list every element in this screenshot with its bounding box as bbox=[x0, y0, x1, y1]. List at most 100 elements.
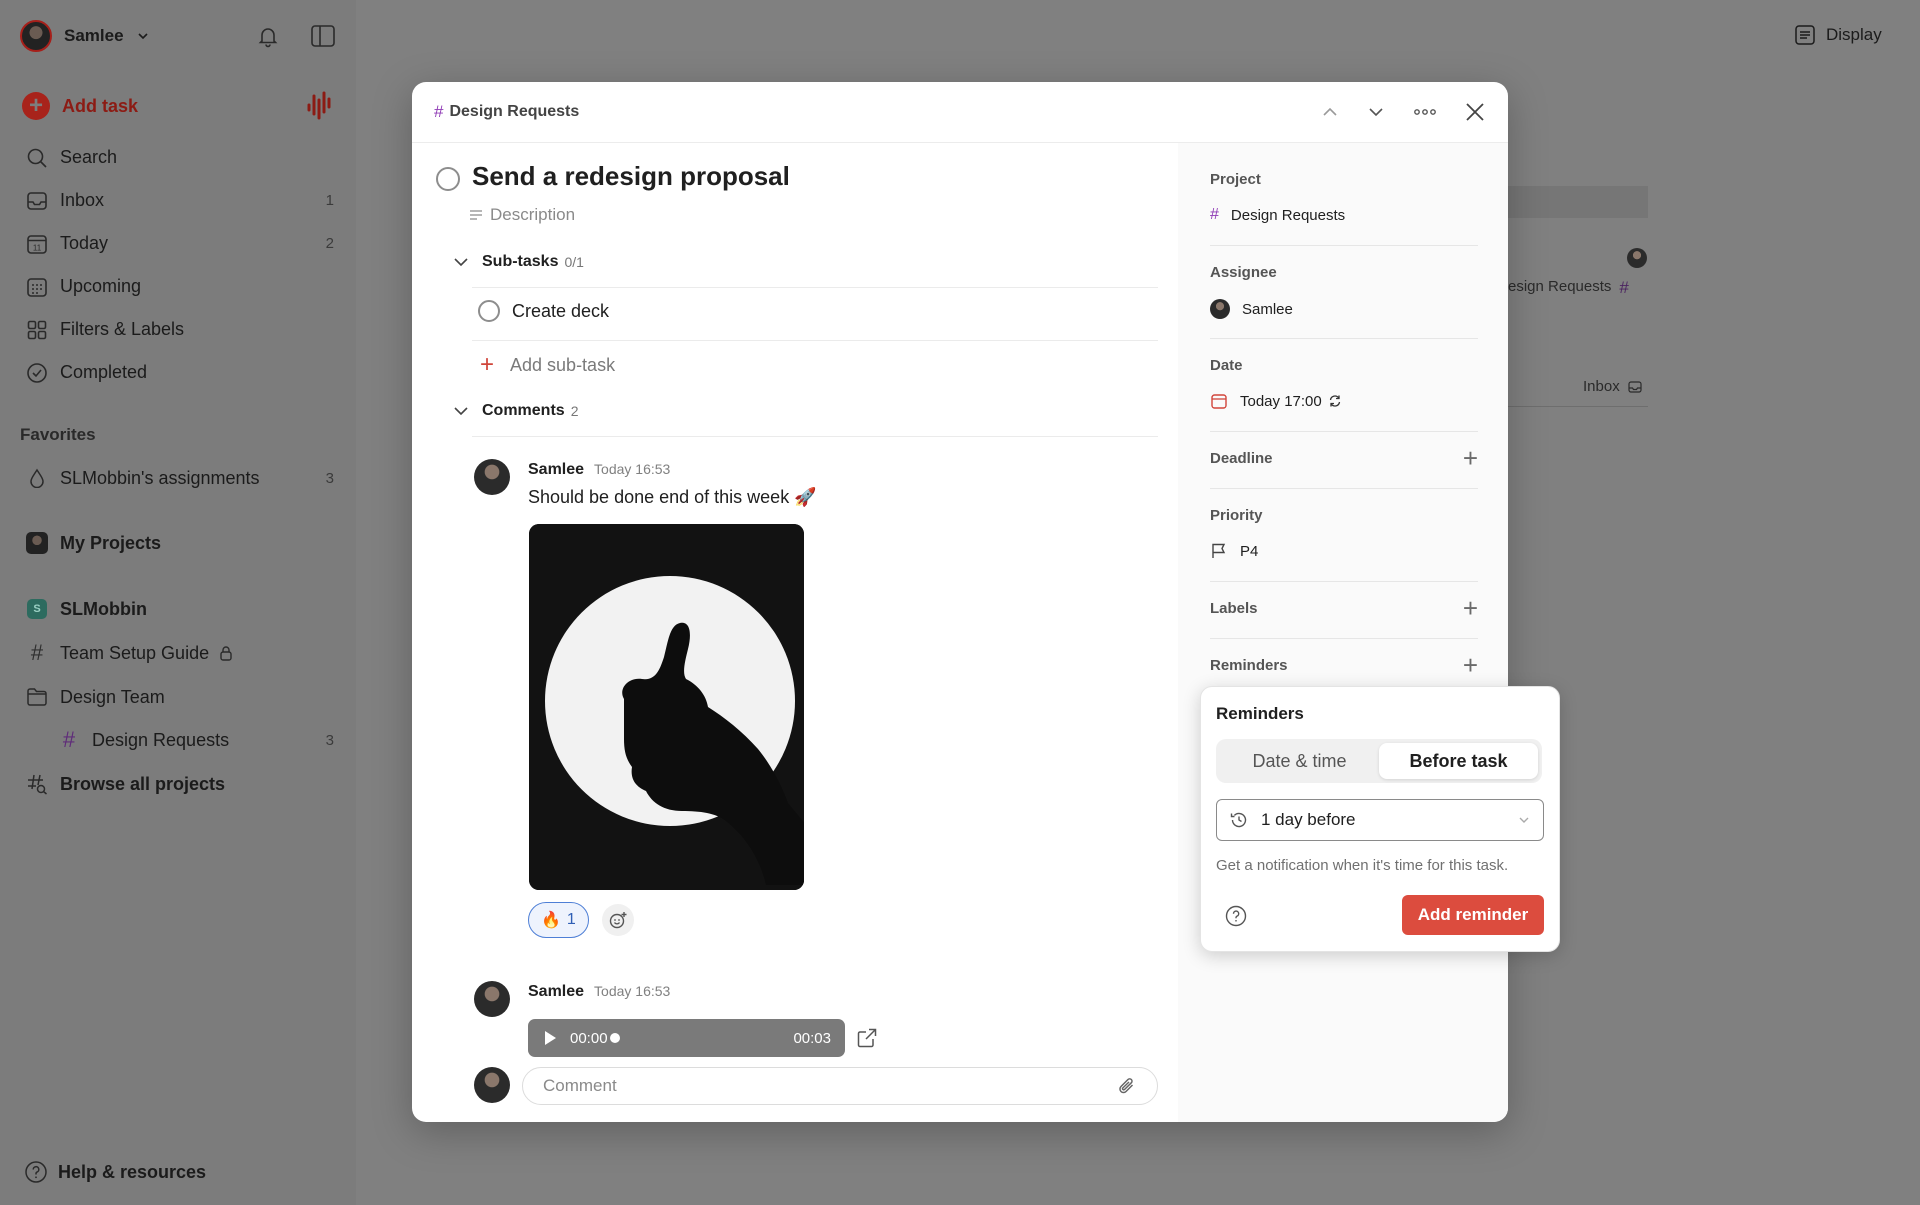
reminder-type-tabs: Date & time Before task bbox=[1216, 739, 1542, 783]
nav-today[interactable]: 11 Today 2 bbox=[24, 222, 334, 265]
divider bbox=[472, 287, 1158, 288]
audio-progress[interactable]: 00:00 bbox=[570, 1030, 620, 1047]
subtask-checkbox[interactable] bbox=[478, 300, 500, 322]
chevron-down-icon bbox=[136, 29, 150, 43]
deadline-field[interactable]: Deadline bbox=[1210, 450, 1478, 467]
my-projects-label: My Projects bbox=[60, 532, 162, 553]
avatar bbox=[20, 20, 52, 52]
add-task-button[interactable]: + Add task bbox=[22, 92, 138, 120]
favorite-item[interactable]: SLMobbin's assignments 3 bbox=[24, 465, 334, 491]
nav-label: Filters & Labels bbox=[60, 319, 185, 339]
date-label: Date bbox=[1210, 357, 1243, 374]
lock-icon bbox=[219, 645, 233, 661]
task-main-column: Send a redesign proposal Description Sub… bbox=[412, 143, 1178, 1122]
chevron-down-icon[interactable] bbox=[1366, 102, 1386, 122]
subtasks-toggle[interactable]: Sub-tasks 0/1 bbox=[452, 253, 584, 271]
nav-inbox[interactable]: Inbox 1 bbox=[24, 179, 334, 222]
project-design-requests[interactable]: # Design Requests 3 bbox=[56, 727, 334, 753]
priority-label: Priority bbox=[1210, 507, 1263, 524]
tab-before-task[interactable]: Before task bbox=[1379, 743, 1538, 779]
reaction-chip[interactable]: 🔥 1 bbox=[528, 902, 589, 938]
reminders-field[interactable]: Reminders bbox=[1210, 657, 1478, 674]
date-field[interactable]: Date Today 17:00 bbox=[1210, 357, 1478, 410]
tab-date-time[interactable]: Date & time bbox=[1220, 743, 1379, 779]
add-reminder-button[interactable]: Add reminder bbox=[1402, 895, 1544, 935]
more-options-icon[interactable] bbox=[1412, 102, 1438, 122]
assignee-field[interactable]: Assignee Samlee bbox=[1210, 264, 1478, 319]
favorites-title: Favorites bbox=[20, 425, 96, 444]
audio-player[interactable]: 00:00 00:03 bbox=[528, 1019, 845, 1057]
reminder-offset-select[interactable]: 1 day before bbox=[1216, 799, 1544, 841]
help-resources-button[interactable]: Help & resources bbox=[24, 1160, 206, 1184]
assignee-label: Assignee bbox=[1210, 264, 1277, 281]
project-field[interactable]: Project # Design Requests bbox=[1210, 171, 1478, 224]
bell-icon[interactable] bbox=[256, 24, 280, 48]
ramble-waveform-icon[interactable] bbox=[306, 90, 334, 120]
add-deadline-plus-icon[interactable]: + bbox=[1463, 445, 1478, 471]
comments-toggle[interactable]: Comments 2 bbox=[452, 402, 578, 420]
project-label: Project bbox=[1210, 171, 1261, 188]
my-projects[interactable]: My Projects bbox=[24, 530, 161, 556]
description-placeholder: Description bbox=[490, 205, 576, 224]
project-design-team[interactable]: Design Team bbox=[24, 684, 165, 710]
avatar bbox=[474, 981, 510, 1017]
comment-input[interactable]: Comment bbox=[522, 1067, 1158, 1105]
display-button[interactable]: Display bbox=[1794, 24, 1882, 46]
hash-icon: # bbox=[434, 102, 444, 121]
search-icon bbox=[24, 145, 50, 171]
priority-field[interactable]: Priority P4 bbox=[1210, 507, 1478, 560]
task-title[interactable]: Send a redesign proposal bbox=[472, 161, 790, 192]
reaction-emoji: 🔥 bbox=[541, 912, 561, 929]
add-label-plus-icon[interactable]: + bbox=[1463, 595, 1478, 621]
project-team-setup-guide[interactable]: # Team Setup Guide bbox=[24, 640, 233, 666]
audio-total-time: 00:03 bbox=[793, 1029, 831, 1047]
nav-label: Completed bbox=[60, 362, 148, 382]
add-subtask-label: Add sub-task bbox=[510, 354, 616, 375]
comment-image-thumbs-up[interactable] bbox=[529, 524, 804, 890]
chevron-up-icon[interactable] bbox=[1320, 102, 1340, 122]
description-field[interactable]: Description bbox=[468, 205, 575, 225]
subtask-item[interactable]: Create deck bbox=[478, 300, 609, 322]
browse-projects-icon bbox=[24, 771, 50, 797]
help-circle-icon[interactable] bbox=[1225, 905, 1247, 927]
browse-all-projects[interactable]: Browse all projects bbox=[24, 771, 225, 797]
reminders-popover: Reminders Date & time Before task 1 day … bbox=[1200, 686, 1560, 952]
sidebar-toggle-icon[interactable] bbox=[310, 24, 336, 48]
popover-title: Reminders bbox=[1216, 704, 1304, 723]
audio-scrubber[interactable] bbox=[609, 1033, 620, 1043]
nav-upcoming[interactable]: Upcoming bbox=[24, 265, 334, 308]
calendar-today-icon: 11 bbox=[24, 231, 50, 257]
add-reminder-plus-icon[interactable]: + bbox=[1463, 652, 1478, 678]
calendar-icon bbox=[1210, 392, 1228, 410]
flag-icon bbox=[1210, 542, 1228, 560]
nav-completed[interactable]: Completed bbox=[24, 351, 334, 394]
project-value: Design Requests bbox=[1230, 206, 1346, 224]
nav-search[interactable]: Search bbox=[24, 136, 334, 179]
chevron-down-icon bbox=[1517, 813, 1531, 827]
close-icon[interactable] bbox=[1464, 101, 1486, 123]
breadcrumb[interactable]: # Design Requests bbox=[434, 102, 579, 122]
play-icon[interactable] bbox=[542, 1029, 558, 1047]
add-reaction-button[interactable] bbox=[602, 904, 634, 936]
deadline-label: Deadline bbox=[1210, 450, 1273, 467]
external-link-icon[interactable] bbox=[856, 1027, 878, 1049]
avatar bbox=[1210, 299, 1230, 319]
comment: Samlee Today 16:53 bbox=[474, 981, 670, 1017]
paperclip-icon[interactable] bbox=[1117, 1076, 1137, 1096]
divider bbox=[1210, 338, 1478, 339]
reaction-count: 1 bbox=[566, 911, 576, 928]
folder-icon bbox=[24, 684, 50, 710]
project-label: Design Requests bbox=[92, 729, 230, 750]
background-task-project: esign Requests # bbox=[1508, 278, 1629, 298]
workspace-badge: S bbox=[27, 599, 47, 619]
background-project-label: esign Requests bbox=[1508, 278, 1612, 295]
hash-icon: # bbox=[30, 640, 44, 665]
labels-field[interactable]: Labels bbox=[1210, 600, 1478, 617]
task-complete-checkbox[interactable] bbox=[436, 167, 460, 191]
nav-filters-labels[interactable]: Filters & Labels bbox=[24, 308, 334, 351]
workspace-header[interactable]: S SLMobbin bbox=[24, 596, 147, 622]
add-subtask-button[interactable]: + Add sub-task bbox=[480, 353, 615, 377]
add-task-label: Add task bbox=[62, 95, 139, 116]
user-menu[interactable]: Samlee bbox=[20, 20, 150, 52]
filters-grid-icon bbox=[24, 317, 50, 343]
